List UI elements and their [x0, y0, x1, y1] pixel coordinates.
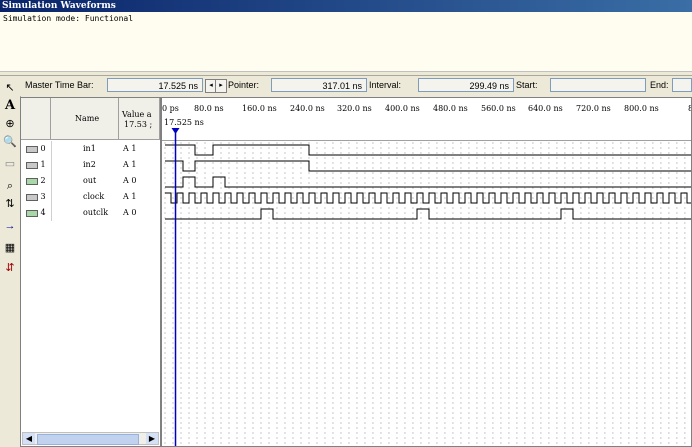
node-row-out[interactable]: 2 out A 0 — [21, 173, 160, 189]
node-value: A 1 — [123, 160, 137, 169]
waveform-canvas[interactable] — [162, 98, 692, 447]
text-tool-icon[interactable]: A — [2, 98, 18, 114]
input-pin-icon — [26, 161, 38, 169]
node-index: 4 — [40, 208, 46, 217]
node-name: outclk — [83, 208, 109, 217]
value-column-time: 17.53 ; — [124, 120, 153, 129]
master-time-bar-label: Master Time Bar: — [25, 80, 94, 90]
cursor-marker-icon[interactable] — [171, 128, 180, 134]
node-value: A 1 — [123, 144, 137, 153]
scroll-thumb[interactable] — [37, 434, 139, 445]
node-row-in2[interactable]: 1 in2 A 1 — [21, 157, 160, 173]
node-value: A 0 — [123, 208, 137, 217]
name-column-header[interactable]: Name — [51, 98, 119, 140]
node-index: 1 — [40, 160, 46, 169]
node-name: in1 — [83, 144, 96, 153]
scroll-right-button[interactable]: ▶ — [146, 433, 158, 444]
assign-value-icon[interactable]: → — [2, 218, 18, 234]
output-pin-icon — [26, 177, 38, 185]
index-column-header — [21, 98, 51, 140]
node-name: clock — [83, 192, 105, 201]
next-transition-button[interactable]: ▸ — [215, 79, 227, 93]
node-index: 3 — [40, 192, 46, 201]
sort-icon[interactable]: ⇵ — [2, 260, 18, 276]
scroll-left-button[interactable]: ◀ — [23, 433, 35, 444]
node-name: in2 — [83, 160, 96, 169]
zoom-tool-icon[interactable]: 🔍 — [2, 134, 18, 150]
node-name: out — [83, 176, 97, 185]
pointer-field[interactable]: 317.01 ns — [271, 78, 367, 92]
end-field[interactable] — [672, 78, 692, 92]
start-field[interactable] — [550, 78, 646, 92]
group-icon[interactable]: ▦ — [2, 240, 18, 256]
master-time-bar-field[interactable]: 17.525 ns — [107, 78, 203, 92]
node-row-outclk[interactable]: 4 outclk A 0 — [21, 205, 160, 221]
node-list-horizontal-scrollbar[interactable]: ◀ ▶ — [22, 432, 159, 445]
node-index: 2 — [40, 176, 46, 185]
pointer-label: Pointer: — [228, 80, 260, 90]
start-label: Start: — [516, 80, 538, 90]
window-title: Simulation Waveforms — [0, 0, 692, 12]
node-value: A 0 — [123, 176, 137, 185]
value-column-header[interactable]: Value a 17.53 ; — [119, 98, 160, 140]
time-status-bar: Master Time Bar: 17.525 ns ◂ ▸ Pointer: … — [20, 76, 692, 96]
node-list-panel: Name Value a 17.53 ; 0 in1 A 1 1 in2 A 1… — [20, 97, 161, 447]
waveform-toolbar: ↖ A ⊕ 🔍 ▭ ⌕ ⇅ → ▦ ⇵ — [0, 76, 21, 447]
name-column-title: Name — [75, 114, 100, 123]
output-pin-icon — [26, 209, 38, 217]
input-pin-icon — [26, 145, 38, 153]
value-column-title: Value a — [122, 110, 152, 119]
end-label: End: — [650, 80, 669, 90]
node-row-in1[interactable]: 0 in1 A 1 — [21, 141, 160, 157]
simulation-mode-text: Simulation mode: Functional — [3, 14, 134, 23]
simulation-info-pane: Simulation mode: Functional — [0, 12, 692, 72]
selection-pointer-icon[interactable]: ↖ — [2, 80, 18, 96]
waveform-panel[interactable]: 0 ps 80.0 ns 160.0 ns 240.0 ns 320.0 ns … — [161, 97, 692, 447]
full-screen-icon[interactable]: ▭ — [2, 156, 18, 172]
find-icon[interactable]: ⌕ — [2, 178, 18, 194]
waveform-editing-icon[interactable]: ⊕ — [2, 116, 18, 132]
node-index: 0 — [40, 144, 46, 153]
node-value: A 1 — [123, 192, 137, 201]
replace-icon[interactable]: ⇅ — [2, 196, 18, 212]
node-row-clock[interactable]: 3 clock A 1 — [21, 189, 160, 205]
interval-label: Interval: — [369, 80, 402, 90]
input-pin-icon — [26, 193, 38, 201]
interval-field[interactable]: 299.49 ns — [418, 78, 514, 92]
